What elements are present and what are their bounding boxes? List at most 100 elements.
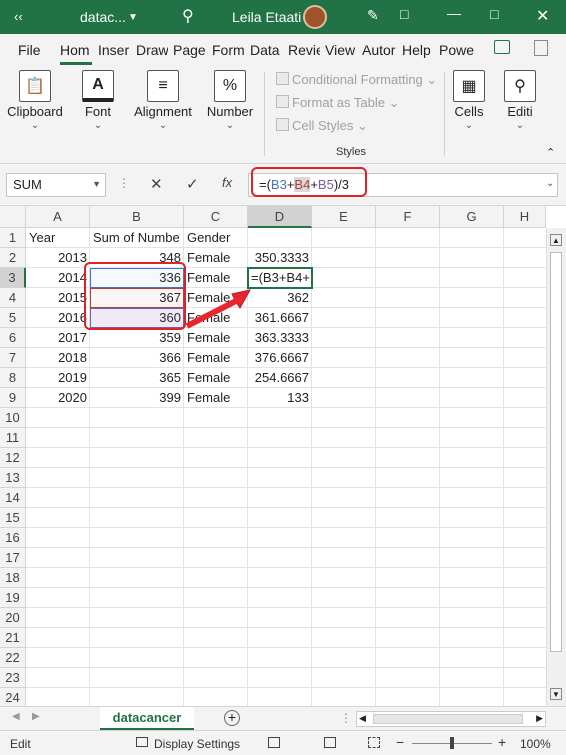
cell[interactable]: 361.6667 [248,308,312,328]
tab-file[interactable]: File [18,42,41,58]
tab-draw[interactable]: Draw [136,42,168,58]
cell[interactable]: Female [184,388,248,408]
row-header[interactable]: 17 [0,548,26,568]
cell[interactable]: Female [184,288,248,308]
cell[interactable]: 2017 [26,328,90,348]
row-header[interactable]: 18 [0,568,26,588]
editing-group[interactable]: ⚲ Editi ⌄ [500,66,540,162]
font-group[interactable]: A Font ⌄ [70,66,126,162]
minimize-icon[interactable]: — [447,5,461,21]
normal-view-icon[interactable] [268,737,280,748]
zoom-out-icon[interactable]: − [396,734,404,750]
sheet-tab-datacancer[interactable]: datacancer [100,707,194,731]
tab-review[interactable]: Revie [288,42,320,58]
restore-icon[interactable]: □ [400,6,408,22]
cell[interactable]: 359 [90,328,184,348]
more-options-icon[interactable]: ⋮ [118,176,130,190]
cell[interactable]: 2016 [26,308,90,328]
comment-icon[interactable] [494,40,510,54]
cells-group[interactable]: ▦ Cells ⌄ [448,66,490,162]
cell[interactable]: 2018 [26,348,90,368]
column-header[interactable]: F [376,206,440,228]
alignment-group[interactable]: ≡ Alignment ⌄ [130,66,196,162]
zoom-thumb[interactable] [450,737,454,749]
tab-power[interactable]: Powe [439,42,475,58]
pen-icon[interactable]: ✎ [367,7,379,24]
row-header[interactable]: 11 [0,428,26,448]
cell[interactable]: Female [184,328,248,348]
row-header[interactable]: 10 [0,408,26,428]
tab-home[interactable]: Hom [60,42,92,65]
zoom-in-icon[interactable]: + [498,734,506,750]
chevron-down-icon[interactable]: ▼ [128,12,138,23]
vertical-scrollbar[interactable]: ▲ ▼ [546,228,566,706]
search-icon[interactable]: ⚲ [182,6,194,26]
row-header[interactable]: 15 [0,508,26,528]
tab-view[interactable]: View [325,42,357,58]
column-header[interactable]: C [184,206,248,228]
add-sheet-icon[interactable]: + [224,710,240,726]
column-header[interactable]: E [312,206,376,228]
cell-styles-button[interactable]: Cell Styles ⌄ [292,118,368,134]
column-header[interactable]: B [90,206,184,228]
zoom-slider[interactable] [412,737,492,749]
scroll-right-icon[interactable]: ▶ [536,713,543,724]
tab-data[interactable]: Data [250,42,284,58]
row-header[interactable]: 24 [0,688,26,708]
chevron-left-icon[interactable]: ‹‹ [14,9,23,24]
row-header[interactable]: 9 [0,388,26,408]
row-header[interactable]: 7 [0,348,26,368]
tab-help[interactable]: Help [402,42,434,58]
cell[interactable]: 2019 [26,368,90,388]
row-header[interactable]: 3 [0,268,26,288]
row-header[interactable]: 4 [0,288,26,308]
row-header[interactable]: 8 [0,368,26,388]
scroll-up-icon[interactable]: ▲ [550,234,562,246]
cell[interactable]: Gender [184,228,248,248]
row-header[interactable]: 2 [0,248,26,268]
horizontal-scrollbar[interactable]: ◀ ▶ [356,711,546,727]
clipboard-group[interactable]: 📋 Clipboard ⌄ [4,66,66,162]
row-header[interactable]: 6 [0,328,26,348]
row-header[interactable]: 19 [0,588,26,608]
enter-icon[interactable]: ✓ [186,175,199,193]
row-header[interactable]: 13 [0,468,26,488]
cell[interactable]: Female [184,308,248,328]
scroll-down-icon[interactable]: ▼ [550,688,562,700]
chevron-down-icon[interactable]: ▼ [92,179,101,189]
row-header[interactable]: 14 [0,488,26,508]
row-header[interactable]: 5 [0,308,26,328]
more-options-icon[interactable]: ⋮ [340,711,352,725]
conditional-formatting-button[interactable]: Conditional Formatting ⌄ [292,72,437,88]
cell[interactable]: 133 [248,388,312,408]
close-icon[interactable]: ✕ [536,6,549,26]
tab-automate[interactable]: Autor [362,42,396,58]
column-header[interactable]: A [26,206,90,228]
cell[interactable]: 376.6667 [248,348,312,368]
cell[interactable]: 2020 [26,388,90,408]
number-group[interactable]: % Number ⌄ [202,66,258,162]
chevron-up-icon[interactable]: ⌃ [546,146,555,159]
cell[interactable]: Female [184,268,248,288]
share-icon[interactable] [534,40,548,56]
cell[interactable]: Sum of Numbe [90,228,184,248]
scroll-thumb[interactable] [550,252,562,652]
cell[interactable]: 2013 [26,248,90,268]
cell[interactable]: 362 [248,288,312,308]
scroll-left-icon[interactable]: ◀ [359,713,366,724]
cell[interactable]: 2015 [26,288,90,308]
row-header[interactable]: 22 [0,648,26,668]
cell[interactable]: 399 [90,388,184,408]
cancel-icon[interactable]: ✕ [150,175,163,193]
row-header[interactable]: 20 [0,608,26,628]
prev-sheet-icon[interactable]: ◀ [12,711,20,722]
page-layout-icon[interactable] [324,737,336,748]
row-header[interactable]: 21 [0,628,26,648]
select-all-corner[interactable] [0,206,26,228]
active-cell[interactable] [247,267,313,289]
row-header[interactable]: 1 [0,228,26,248]
cell[interactable]: Female [184,368,248,388]
zoom-level[interactable]: 100% [520,737,551,751]
cell[interactable]: 366 [90,348,184,368]
cell[interactable]: Female [184,348,248,368]
